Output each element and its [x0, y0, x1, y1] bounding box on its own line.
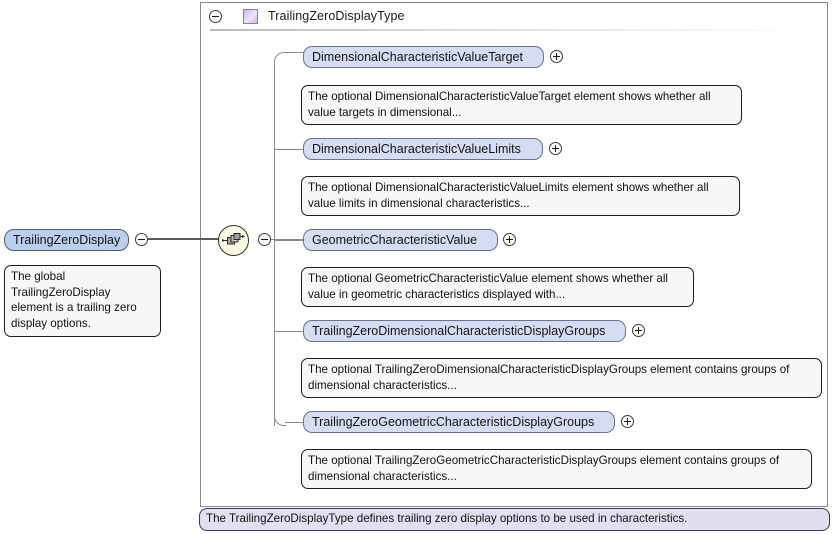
- branch-connector-2: [274, 149, 304, 150]
- element-node-dimensionalcharacteristicvaluetarget[interactable]: DimensionalCharacteristicValueTarget: [303, 46, 544, 68]
- complex-type-icon: [243, 8, 258, 24]
- element-node-dimensionalcharacteristicvaluelimits[interactable]: DimensionalCharacteristicValueLimits: [303, 138, 543, 160]
- plus-circle-icon-1[interactable]: [550, 50, 563, 63]
- connector-global-to-sequence: [148, 238, 218, 240]
- bubble-tail: [316, 352, 330, 360]
- caption-text: The TrailingZeroDisplayType defines trai…: [206, 512, 688, 525]
- bubble-tail: [19, 259, 33, 267]
- element-label: DimensionalCharacteristicValueTarget: [312, 50, 523, 64]
- branch-connector-1: [285, 52, 304, 53]
- annotation-text: The optional TrailingZeroDimensionalChar…: [308, 363, 790, 392]
- element-annotation-2: The optional DimensionalCharacteristicVa…: [301, 176, 740, 216]
- element-label: TrailingZeroGeometricCharacteristicDispl…: [312, 415, 595, 429]
- tree-trunk: [274, 61, 275, 426]
- element-label: TrailingZeroDimensionalCharacteristicDis…: [312, 324, 606, 338]
- element-annotation-3: The optional GeometricCharacteristicValu…: [301, 267, 694, 307]
- sequence-minus-circle-icon[interactable]: [258, 233, 271, 246]
- element-node-trailingzerodimensionalcharacteristicdisplaygroups[interactable]: TrailingZeroDimensionalCharacteristicDis…: [303, 320, 626, 342]
- global-element-node[interactable]: TrailingZeroDisplay: [4, 229, 129, 251]
- global-element-label: TrailingZeroDisplay: [13, 233, 121, 247]
- bubble-tail: [316, 443, 330, 451]
- sequence-icon[interactable]: [218, 225, 249, 256]
- minus-circle-icon[interactable]: [209, 9, 222, 23]
- element-annotation-4: The optional TrailingZeroDimensionalChar…: [301, 358, 822, 398]
- complex-type-title: TrailingZeroDisplayType: [268, 9, 405, 23]
- plus-circle-icon-2[interactable]: [549, 142, 562, 155]
- bubble-tail: [316, 261, 330, 269]
- annotation-text: The optional DimensionalCharacteristicVa…: [308, 181, 709, 210]
- type-caption: The TrailingZeroDisplayType defines trai…: [199, 508, 830, 531]
- element-node-trailingzerogeometriccharacteristicdisplaygroups[interactable]: TrailingZeroGeometricCharacteristicDispl…: [303, 411, 615, 433]
- global-element-annotation: The global TrailingZeroDisplay element i…: [4, 265, 161, 337]
- header-divider: [210, 29, 820, 31]
- global-element-minus-circle-icon[interactable]: [135, 233, 148, 246]
- bubble-tail: [316, 170, 330, 178]
- element-annotation-1: The optional DimensionalCharacteristicVa…: [301, 85, 742, 125]
- element-label: GeometricCharacteristicValue: [312, 233, 478, 247]
- branch-connector-5: [285, 422, 304, 423]
- annotation-text: The optional DimensionalCharacteristicVa…: [308, 90, 711, 119]
- plus-circle-icon-3[interactable]: [503, 233, 516, 246]
- annotation-text: The optional TrailingZeroGeometricCharac…: [308, 454, 780, 483]
- schema-diagram-canvas: TrailingZeroDisplayType TrailingZeroDisp…: [0, 0, 840, 534]
- element-label: DimensionalCharacteristicValueLimits: [312, 142, 521, 156]
- annotation-text: The global TrailingZeroDisplay element i…: [11, 270, 137, 330]
- branch-connector-3: [274, 240, 304, 241]
- plus-circle-icon-5[interactable]: [621, 415, 634, 428]
- annotation-text: The optional GeometricCharacteristicValu…: [308, 272, 669, 301]
- complex-type-header: TrailingZeroDisplayType: [201, 3, 827, 29]
- element-node-geometriccharacteristicvalue[interactable]: GeometricCharacteristicValue: [303, 229, 498, 251]
- branch-connector-4: [274, 331, 304, 332]
- plus-circle-icon-4[interactable]: [632, 324, 645, 337]
- bubble-tail: [214, 502, 228, 510]
- element-annotation-5: The optional TrailingZeroGeometricCharac…: [301, 449, 812, 489]
- bubble-tail: [316, 79, 330, 87]
